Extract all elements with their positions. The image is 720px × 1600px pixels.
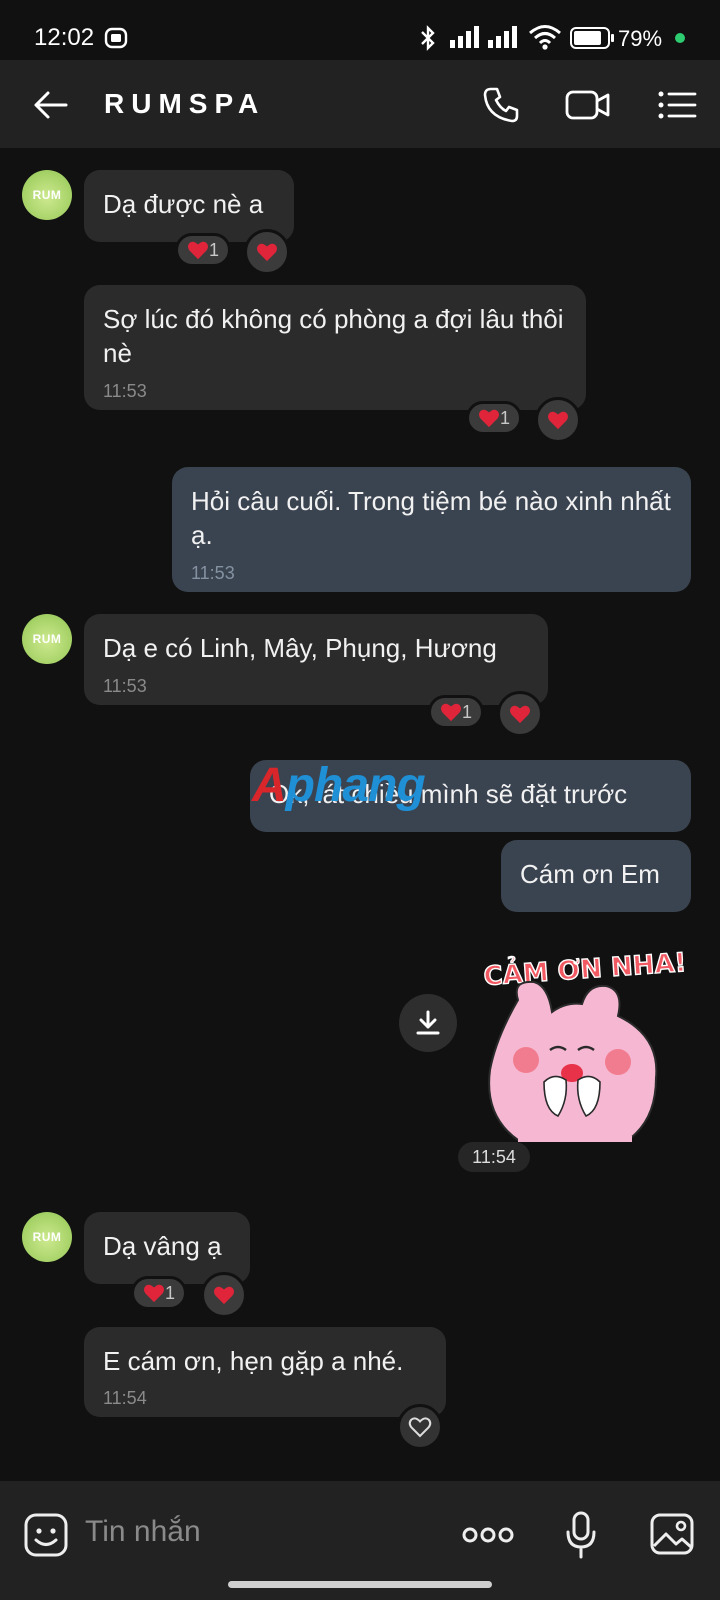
add-reaction-button[interactable] <box>397 1404 443 1450</box>
contact-avatar[interactable]: RUM <box>22 614 72 664</box>
message-text: Dạ được nè a <box>103 189 264 219</box>
message-time: 11:53 <box>103 381 147 401</box>
sticker-emoji-icon <box>24 1513 68 1557</box>
download-sticker-button[interactable] <box>399 994 457 1052</box>
sticker-image[interactable]: CẢM ƠN NHA! <box>478 940 692 1150</box>
message-bubble-incoming[interactable]: Sợ lúc đó không có phòng a đợi lâu thôi … <box>84 285 586 410</box>
reaction-count-badge[interactable]: 1 <box>466 401 522 435</box>
sticker-time: 11:54 <box>458 1142 530 1172</box>
sticker-caption: CẢM ƠN NHA! <box>482 943 687 992</box>
reaction-button[interactable] <box>201 1272 247 1318</box>
heart-icon <box>548 411 568 430</box>
message-text: Dạ vâng ạ <box>103 1231 222 1261</box>
more-options-button[interactable] <box>462 1521 514 1549</box>
heart-icon <box>440 703 461 722</box>
heart-icon <box>214 1286 234 1305</box>
microphone-icon <box>566 1511 596 1559</box>
heart-outline-icon <box>408 1417 432 1438</box>
heart-icon <box>510 705 530 724</box>
image-picker-button[interactable] <box>648 1511 696 1557</box>
message-text: Sợ lúc đó không có phòng a đợi lâu thôi … <box>103 304 564 368</box>
contact-avatar[interactable]: RUM <box>22 170 72 220</box>
voice-record-button[interactable] <box>563 1509 599 1561</box>
reaction-button[interactable] <box>535 397 581 443</box>
message-bubble-incoming[interactable]: E cám ơn, hẹn gặp a nhé. 11:54 <box>84 1327 446 1417</box>
message-text: Dạ e có Linh, Mây, Phụng, Hương <box>103 633 497 663</box>
message-bubble-outgoing[interactable]: Cám ơn Em <box>501 840 691 912</box>
message-time: 11:54 <box>103 1388 147 1408</box>
heart-icon <box>257 243 277 262</box>
message-text: Cám ơn Em <box>520 859 660 889</box>
download-icon <box>416 1010 440 1035</box>
reaction-count-badge[interactable]: 1 <box>131 1276 187 1310</box>
message-time: 11:53 <box>191 563 235 583</box>
image-gallery-icon <box>650 1513 694 1555</box>
contact-avatar[interactable]: RUM <box>22 1212 72 1262</box>
reaction-count-badge[interactable]: 1 <box>175 233 231 267</box>
message-input[interactable]: Tin nhắn <box>85 1515 201 1549</box>
message-bubble-incoming[interactable]: Dạ e có Linh, Mây, Phụng, Hương 11:53 <box>84 614 548 705</box>
more-dots-icon <box>462 1527 514 1543</box>
message-bubble-outgoing[interactable]: Hỏi câu cuối. Trong tiệm bé nào xinh nhấ… <box>172 467 691 592</box>
home-indicator[interactable] <box>228 1581 492 1588</box>
message-list[interactable]: RUM Dạ được nè a 1 Sợ lúc đó không có ph… <box>0 0 720 1481</box>
heart-icon <box>143 1284 164 1303</box>
message-text: Hỏi câu cuối. Trong tiệm bé nào xinh nhấ… <box>191 486 671 550</box>
reaction-button[interactable] <box>244 229 290 275</box>
emoji-button[interactable] <box>22 1511 70 1559</box>
message-text: Ok, lát chiều mình sẽ đặt trước <box>269 779 628 809</box>
reaction-count-badge[interactable]: 1 <box>428 695 484 729</box>
message-bubble-outgoing[interactable]: Ok, lát chiều mình sẽ đặt trước <box>250 760 691 832</box>
message-time: 11:53 <box>103 676 147 696</box>
message-text: E cám ơn, hẹn gặp a nhé. <box>103 1346 404 1376</box>
heart-icon <box>187 241 208 260</box>
reaction-button[interactable] <box>497 691 543 737</box>
heart-icon <box>478 409 499 428</box>
